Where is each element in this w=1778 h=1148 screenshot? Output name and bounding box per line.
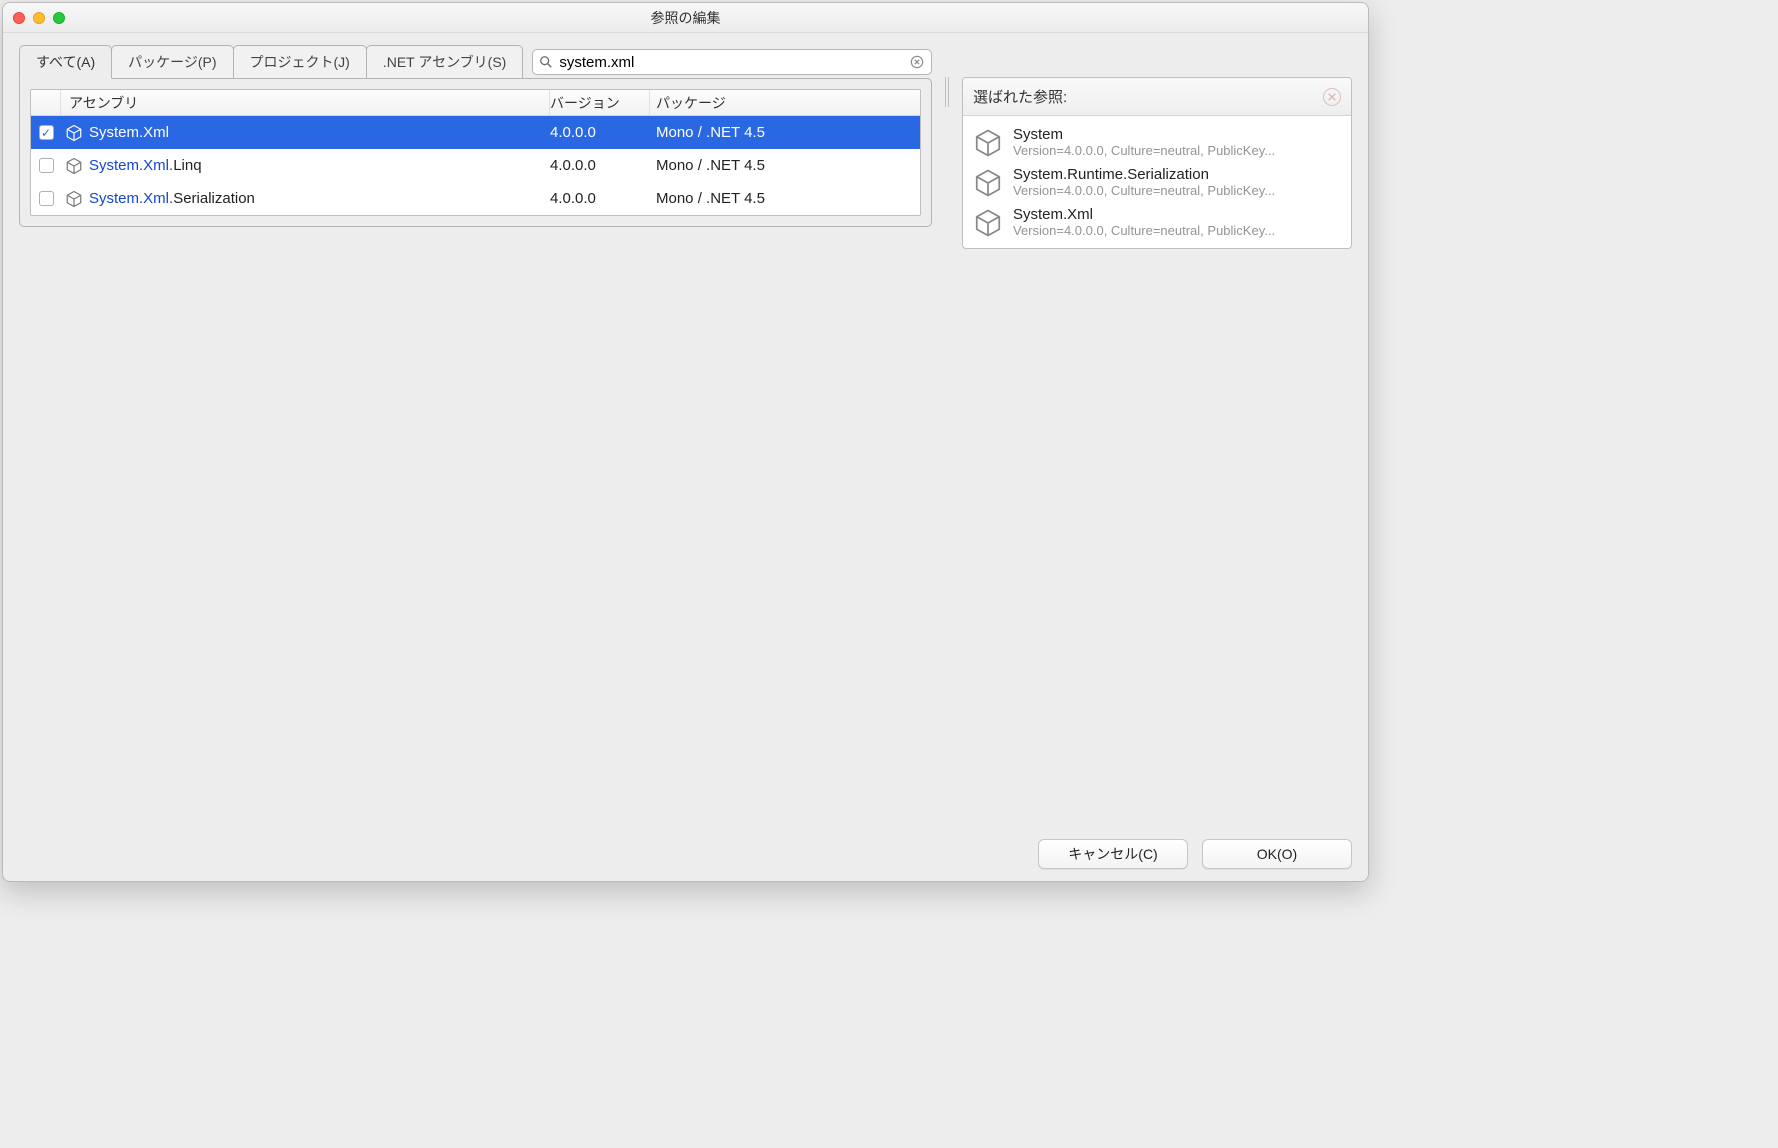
left-pane: すべて(A) パッケージ(P) プロジェクト(J) .NET アセンブリ(S): [19, 45, 932, 227]
column-assembly[interactable]: アセンブリ: [61, 90, 550, 115]
tab-net-assemblies[interactable]: .NET アセンブリ(S): [366, 45, 524, 79]
titlebar: 参照の編集: [3, 3, 1368, 33]
reference-details: Version=4.0.0.0, Culture=neutral, Public…: [1013, 223, 1341, 238]
reference-details: Version=4.0.0.0, Culture=neutral, Public…: [1013, 183, 1341, 198]
assembly-version: 4.0.0.0: [550, 157, 650, 174]
dialog-body: すべて(A) パッケージ(P) プロジェクト(J) .NET アセンブリ(S): [3, 33, 1368, 881]
package-icon: [973, 168, 1003, 198]
tab-all[interactable]: すべて(A): [19, 45, 112, 79]
window-close-button[interactable]: [13, 12, 25, 24]
column-checkbox[interactable]: [31, 90, 61, 115]
window-minimize-button[interactable]: [33, 12, 45, 24]
search-icon: [539, 55, 553, 69]
package-icon: [973, 208, 1003, 238]
reference-name: System: [1013, 126, 1341, 143]
tab-label: すべて(A): [36, 54, 95, 70]
ok-button[interactable]: OK(O): [1202, 839, 1352, 869]
selected-references-list[interactable]: SystemVersion=4.0.0.0, Culture=neutral, …: [963, 116, 1351, 248]
clear-search-button[interactable]: [909, 54, 925, 70]
tab-packages[interactable]: パッケージ(P): [111, 45, 233, 79]
column-package[interactable]: パッケージ: [650, 90, 920, 115]
row-checkbox[interactable]: [39, 191, 54, 206]
search-field[interactable]: [532, 49, 932, 75]
list-item[interactable]: System.XmlVersion=4.0.0.0, Culture=neutr…: [963, 202, 1351, 242]
column-version[interactable]: バージョン: [550, 90, 650, 115]
grid-body[interactable]: System.Xml4.0.0.0Mono / .NET 4.5System.X…: [31, 116, 920, 215]
main-content: すべて(A) パッケージ(P) プロジェクト(J) .NET アセンブリ(S): [19, 45, 1352, 825]
tab-label: .NET アセンブリ(S): [383, 54, 507, 70]
assembly-name: System.Xml: [89, 124, 169, 141]
edit-references-dialog: 参照の編集 すべて(A) パッケージ(P) プロジェクト(J) .NET アセン…: [2, 2, 1369, 882]
tab-label: プロジェクト(J): [250, 54, 350, 70]
assembly-grid: アセンブリ バージョン パッケージ System.Xml4.0.0.0Mono …: [30, 89, 921, 216]
remove-reference-button[interactable]: [1323, 88, 1341, 106]
search-container: [532, 49, 932, 75]
source-tabs: すべて(A) パッケージ(P) プロジェクト(J) .NET アセンブリ(S): [19, 45, 522, 79]
selected-references-title: 選ばれた参照:: [973, 86, 1067, 107]
selected-references-header: 選ばれた参照:: [963, 78, 1351, 116]
table-row[interactable]: System.Xml.Linq 4.0.0.0Mono / .NET 4.5: [31, 149, 920, 182]
assembly-package: Mono / .NET 4.5: [650, 157, 920, 174]
tab-panel: アセンブリ バージョン パッケージ System.Xml4.0.0.0Mono …: [19, 78, 932, 227]
table-row[interactable]: System.Xml.Serialization 4.0.0.0Mono / .N…: [31, 182, 920, 215]
tabbar-row: すべて(A) パッケージ(P) プロジェクト(J) .NET アセンブリ(S): [19, 45, 932, 79]
list-item[interactable]: SystemVersion=4.0.0.0, Culture=neutral, …: [963, 122, 1351, 162]
package-icon: [65, 124, 83, 142]
assembly-name: System.Xml.Serialization: [89, 190, 255, 207]
assembly-version: 4.0.0.0: [550, 190, 650, 207]
row-checkbox[interactable]: [39, 158, 54, 173]
pane-splitter[interactable]: [944, 77, 950, 107]
cancel-button[interactable]: キャンセル(C): [1038, 839, 1188, 869]
reference-name: System.Xml: [1013, 206, 1341, 223]
tab-label: パッケージ(P): [128, 54, 216, 70]
reference-details: Version=4.0.0.0, Culture=neutral, Public…: [1013, 143, 1341, 158]
assembly-package: Mono / .NET 4.5: [650, 124, 920, 141]
table-row[interactable]: System.Xml 4.0.0.0Mono / .NET 4.5: [31, 116, 920, 149]
reference-name: System.Runtime.Serialization: [1013, 166, 1341, 183]
grid-header: アセンブリ バージョン パッケージ: [31, 90, 920, 116]
package-icon: [65, 157, 83, 175]
remove-icon: [1327, 92, 1337, 102]
assembly-version: 4.0.0.0: [550, 124, 650, 141]
tab-projects[interactable]: プロジェクト(J): [233, 45, 367, 79]
search-input[interactable]: [559, 54, 903, 71]
selected-references-pane: 選ばれた参照: SystemVersion=4.0.0.0, Culture=n…: [962, 77, 1352, 249]
window-zoom-button[interactable]: [53, 12, 65, 24]
clear-icon: [910, 55, 924, 69]
package-icon: [973, 128, 1003, 158]
window-title: 参照の編集: [3, 8, 1368, 28]
window-traffic-lights: [13, 12, 65, 24]
dialog-buttons: キャンセル(C) OK(O): [19, 825, 1352, 869]
package-icon: [65, 190, 83, 208]
assembly-package: Mono / .NET 4.5: [650, 190, 920, 207]
row-checkbox[interactable]: [39, 125, 54, 140]
assembly-name: System.Xml.Linq: [89, 157, 202, 174]
list-item[interactable]: System.Runtime.SerializationVersion=4.0.…: [963, 162, 1351, 202]
